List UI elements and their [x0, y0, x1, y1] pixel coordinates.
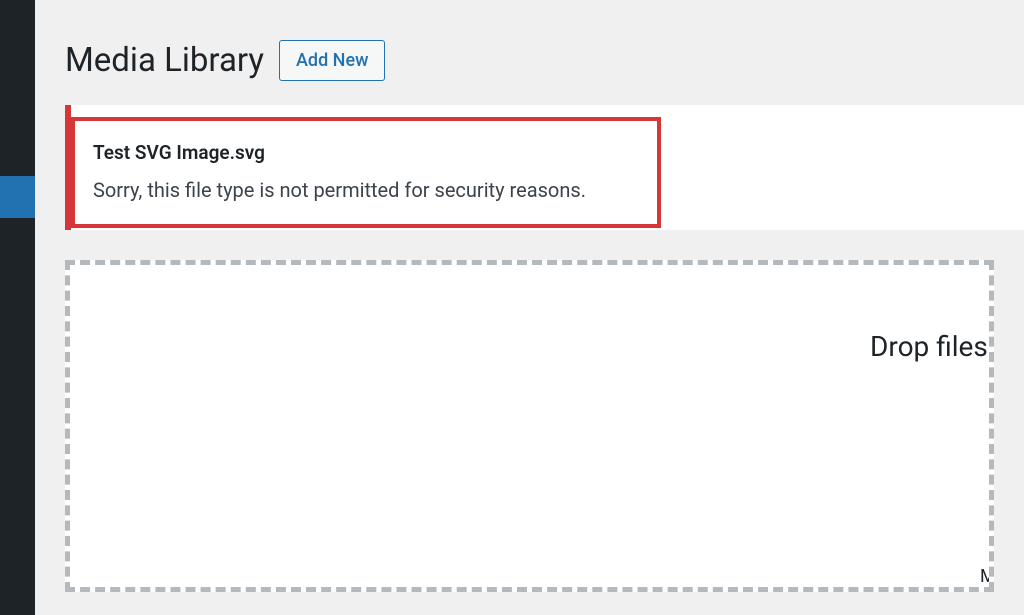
- add-new-button[interactable]: Add New: [279, 40, 385, 81]
- error-message: Sorry, this file type is not permitted f…: [93, 178, 639, 202]
- sidebar-active-indicator-icon: [0, 176, 35, 218]
- page-header: Media Library Add New: [35, 0, 1024, 105]
- max-upload-label: Maximum upload file size: [70, 566, 989, 587]
- error-filename: Test SVG Image.svg: [93, 141, 639, 164]
- main-content: Media Library Add New Test SVG Image.svg…: [35, 0, 1024, 615]
- file-dropzone[interactable]: Drop files anywhere to upload Select Fil…: [65, 260, 994, 592]
- page-title: Media Library: [65, 41, 264, 81]
- error-highlight-box: Test SVG Image.svg Sorry, this file type…: [71, 117, 661, 228]
- upload-error-notice: Test SVG Image.svg Sorry, this file type…: [65, 105, 1024, 230]
- admin-sidebar: [0, 0, 35, 615]
- dropzone-instruction: Drop files anywhere to upload: [70, 330, 989, 363]
